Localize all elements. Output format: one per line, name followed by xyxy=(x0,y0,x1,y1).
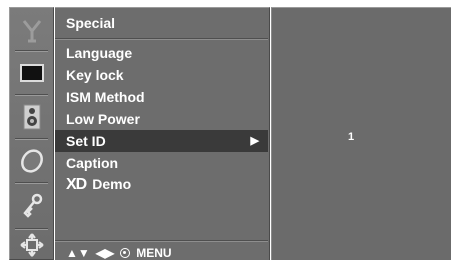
menu-title: Special xyxy=(66,15,116,31)
key-icon xyxy=(22,193,42,218)
set-id-value[interactable]: 1 xyxy=(348,131,354,143)
menu-item-text: Demo xyxy=(92,176,132,192)
category-picture[interactable] xyxy=(10,54,53,92)
icon-divider xyxy=(15,138,48,140)
menu-item-low-power[interactable]: Low Power xyxy=(55,108,268,130)
bottom-divider xyxy=(55,240,268,242)
special-menu-panel: Special Language Key lock ISM Method Low… xyxy=(55,7,270,260)
category-screen[interactable] xyxy=(10,228,53,262)
clock-icon xyxy=(20,149,43,173)
set-id-value-panel: 1 xyxy=(271,7,451,260)
category-special[interactable] xyxy=(10,186,53,224)
category-station-setup[interactable] xyxy=(10,12,53,50)
up-down-arrows-icon: ▲▼ xyxy=(66,246,90,260)
menu-item-language[interactable]: Language xyxy=(55,42,268,64)
icon-divider xyxy=(15,182,48,184)
menu-item-label: XD Demo xyxy=(66,176,131,194)
menu-hint-label: MENU xyxy=(136,246,172,260)
ok-button-icon xyxy=(120,248,131,258)
menu-item-ism-method[interactable]: ISM Method xyxy=(55,86,268,108)
screen-icon xyxy=(19,64,44,82)
menu-item-label: Key lock xyxy=(66,67,124,83)
menu-item-key-lock[interactable]: Key lock xyxy=(55,64,268,86)
xd-logo: XD xyxy=(66,176,87,193)
category-time[interactable] xyxy=(10,142,53,180)
title-divider xyxy=(55,38,268,40)
left-right-arrows-icon: ◀▶ xyxy=(95,246,115,260)
speaker-icon xyxy=(23,104,40,130)
menu-item-label: Set ID xyxy=(66,133,106,149)
menu-item-label: Low Power xyxy=(66,111,140,127)
menu-item-caption[interactable]: Caption xyxy=(55,152,268,174)
settings-icon xyxy=(19,233,44,257)
navigation-hint: ▲▼ ◀▶ MENU xyxy=(66,246,172,260)
icon-divider xyxy=(15,94,48,96)
menu-item-xd-demo[interactable]: XD Demo xyxy=(55,174,268,196)
category-icon-bar xyxy=(9,7,54,260)
icon-divider xyxy=(15,50,48,52)
menu-item-label: Language xyxy=(66,45,133,61)
category-sound[interactable] xyxy=(10,98,53,136)
submenu-arrow-icon: ▶ xyxy=(250,135,259,147)
menu-item-set-id[interactable]: Set ID ▶ xyxy=(55,130,268,152)
antenna-icon xyxy=(22,20,41,43)
menu-item-label: Caption xyxy=(66,155,119,171)
tv-osd-menu: Special Language Key lock ISM Method Low… xyxy=(0,0,451,265)
menu-item-label: ISM Method xyxy=(66,89,145,105)
